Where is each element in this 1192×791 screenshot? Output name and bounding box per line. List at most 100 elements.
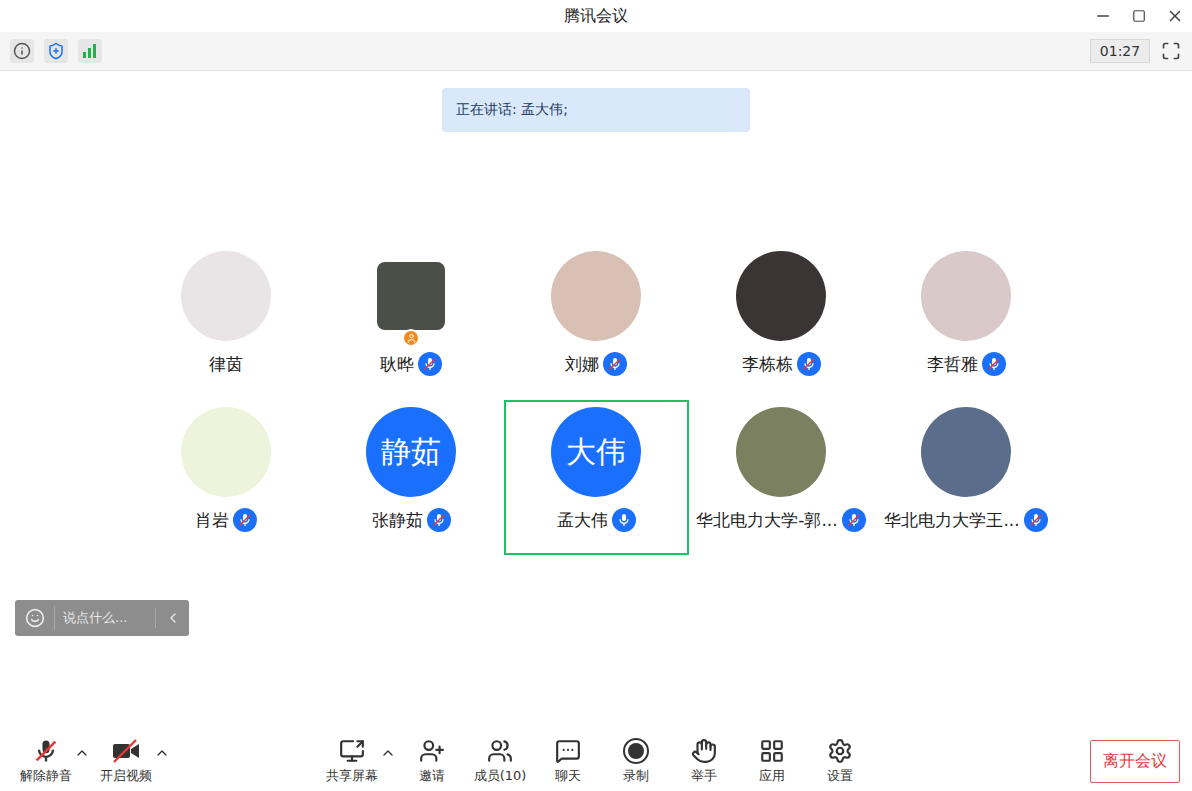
apps-button[interactable]: 应用 <box>738 737 806 785</box>
security-button[interactable] <box>44 39 68 63</box>
invite-tool: 邀请 <box>398 737 466 785</box>
participant-name: 耿晔 <box>380 353 414 376</box>
close-button[interactable] <box>1164 5 1186 27</box>
record-tool: 录制 <box>602 737 670 785</box>
toolbar-left: 解除静音 开启视频 <box>12 737 318 785</box>
fullscreen-button[interactable] <box>1160 40 1182 62</box>
info-button[interactable] <box>10 39 34 63</box>
avatar-wrap <box>736 407 826 497</box>
minimize-icon <box>1094 7 1112 25</box>
tool-label: 解除静音 <box>20 767 72 785</box>
tool-label: 设置 <box>827 767 853 785</box>
maximize-button[interactable] <box>1128 5 1150 27</box>
avatar: 大伟 <box>551 407 641 497</box>
avatar <box>921 407 1011 497</box>
participant-cell[interactable]: 大伟孟大伟 <box>504 400 689 555</box>
mic-muted-badge <box>797 352 821 376</box>
mic-muted-badge <box>233 508 257 532</box>
tool-label: 举手 <box>691 767 717 785</box>
participant-cell[interactable]: 华北电力大学王... <box>874 400 1059 555</box>
chat-button[interactable]: 聊天 <box>534 737 602 785</box>
mic-muted-badge <box>982 352 1006 376</box>
unmute-tool: 解除静音 <box>12 737 92 785</box>
avatar <box>921 251 1011 341</box>
mic-muted-badge <box>842 508 866 532</box>
avatar-wrap <box>366 251 456 341</box>
mic-muted-icon <box>32 737 60 765</box>
mic-muted-badge <box>1024 508 1048 532</box>
mic-muted-icon <box>986 356 1002 372</box>
network-button[interactable] <box>78 39 102 63</box>
avatar-wrap <box>181 251 271 341</box>
chevron-left-icon <box>165 610 181 626</box>
unmute-button[interactable]: 解除静音 <box>12 737 80 785</box>
smile-icon <box>25 608 45 628</box>
share-tool: 共享屏幕 <box>318 737 398 785</box>
mic-muted-icon <box>1028 512 1044 528</box>
info-icon <box>13 42 31 60</box>
settings-button[interactable]: 设置 <box>806 737 874 785</box>
meeting-stage: 正在讲话: 孟大伟;律茵耿晔刘娜李栋栋李哲雅肖岩静茹张静茹大伟孟大伟华北电力大学… <box>0 71 1192 731</box>
participant-cell[interactable]: 李栋栋 <box>689 244 874 399</box>
emoji-button[interactable] <box>15 606 55 630</box>
host-badge <box>402 329 420 347</box>
tool-label: 共享屏幕 <box>326 767 378 785</box>
participant-name: 李哲雅 <box>927 353 978 376</box>
avatar <box>181 407 271 497</box>
status-bar: 01:27 <box>0 32 1192 71</box>
fullscreen-icon <box>1161 41 1181 61</box>
participant-cell[interactable]: 肖岩 <box>134 400 319 555</box>
settings-icon <box>827 738 853 764</box>
chat-input[interactable]: 说点什么... <box>15 600 189 636</box>
menu-caret[interactable] <box>380 745 396 765</box>
members-button[interactable]: 成员(10) <box>466 737 534 785</box>
menu-caret[interactable] <box>154 745 170 765</box>
name-row: 刘娜 <box>565 352 627 376</box>
share-button[interactable]: 共享屏幕 <box>318 737 386 785</box>
avatar <box>181 251 271 341</box>
participant-cell[interactable]: 李哲雅 <box>874 244 1059 399</box>
window-controls <box>628 5 1192 27</box>
video-button[interactable]: 开启视频 <box>92 737 160 785</box>
share-screen-icon <box>339 738 365 764</box>
tool-icon-box <box>339 737 365 765</box>
participant-cell[interactable]: 耿晔 <box>319 244 504 399</box>
status-right: 01:27 <box>1090 39 1182 63</box>
participant-cell[interactable]: 华北电力大学-郭... <box>689 400 874 555</box>
tool-icon-box <box>759 737 785 765</box>
toolbar-center: 共享屏幕 邀请成员(10)聊天录制举手 应用设置 <box>318 737 874 785</box>
avatar-wrap <box>181 407 271 497</box>
minimize-button[interactable] <box>1092 5 1114 27</box>
record-button[interactable]: 录制 <box>602 737 670 785</box>
avatar <box>377 262 445 330</box>
speaking-banner: 正在讲话: 孟大伟; <box>442 88 750 132</box>
members-icon <box>487 738 513 764</box>
collapse-button[interactable] <box>155 608 189 628</box>
avatar-wrap: 静茹 <box>366 407 456 497</box>
participant-name: 肖岩 <box>195 509 229 532</box>
avatar-wrap <box>921 251 1011 341</box>
name-row: 肖岩 <box>195 508 257 532</box>
participant-cell[interactable]: 刘娜 <box>504 244 689 399</box>
menu-caret[interactable] <box>74 745 90 765</box>
avatar-wrap: 大伟 <box>551 407 641 497</box>
tool-label: 开启视频 <box>100 767 152 785</box>
leave-button[interactable]: 离开会议 <box>1090 740 1180 783</box>
invite-button[interactable]: 邀请 <box>398 737 466 785</box>
chevron-up-icon <box>74 745 90 761</box>
mic-muted-badge <box>418 352 442 376</box>
meeting-window: 腾讯会议 01:27 正在讲话: 孟大伟; 律茵耿晔 刘娜 李栋栋李哲雅肖岩 静茹张静茹大伟… <box>0 0 1192 791</box>
mic-muted-icon <box>431 512 447 528</box>
participant-name: 刘娜 <box>565 353 599 376</box>
avatar-wrap <box>921 407 1011 497</box>
name-row: 华北电力大学王... <box>884 508 1047 532</box>
tool-icon-box <box>111 737 141 765</box>
participant-cell[interactable]: 静茹张静茹 <box>319 400 504 555</box>
participant-name: 华北电力大学王... <box>884 509 1019 532</box>
participant-cell[interactable]: 律茵 <box>134 244 319 399</box>
mic-muted-icon <box>846 512 862 528</box>
mic-muted-icon <box>607 356 623 372</box>
tool-icon-box <box>622 737 650 765</box>
hand-button[interactable]: 举手 <box>670 737 738 785</box>
title-bar: 腾讯会议 <box>0 0 1192 32</box>
